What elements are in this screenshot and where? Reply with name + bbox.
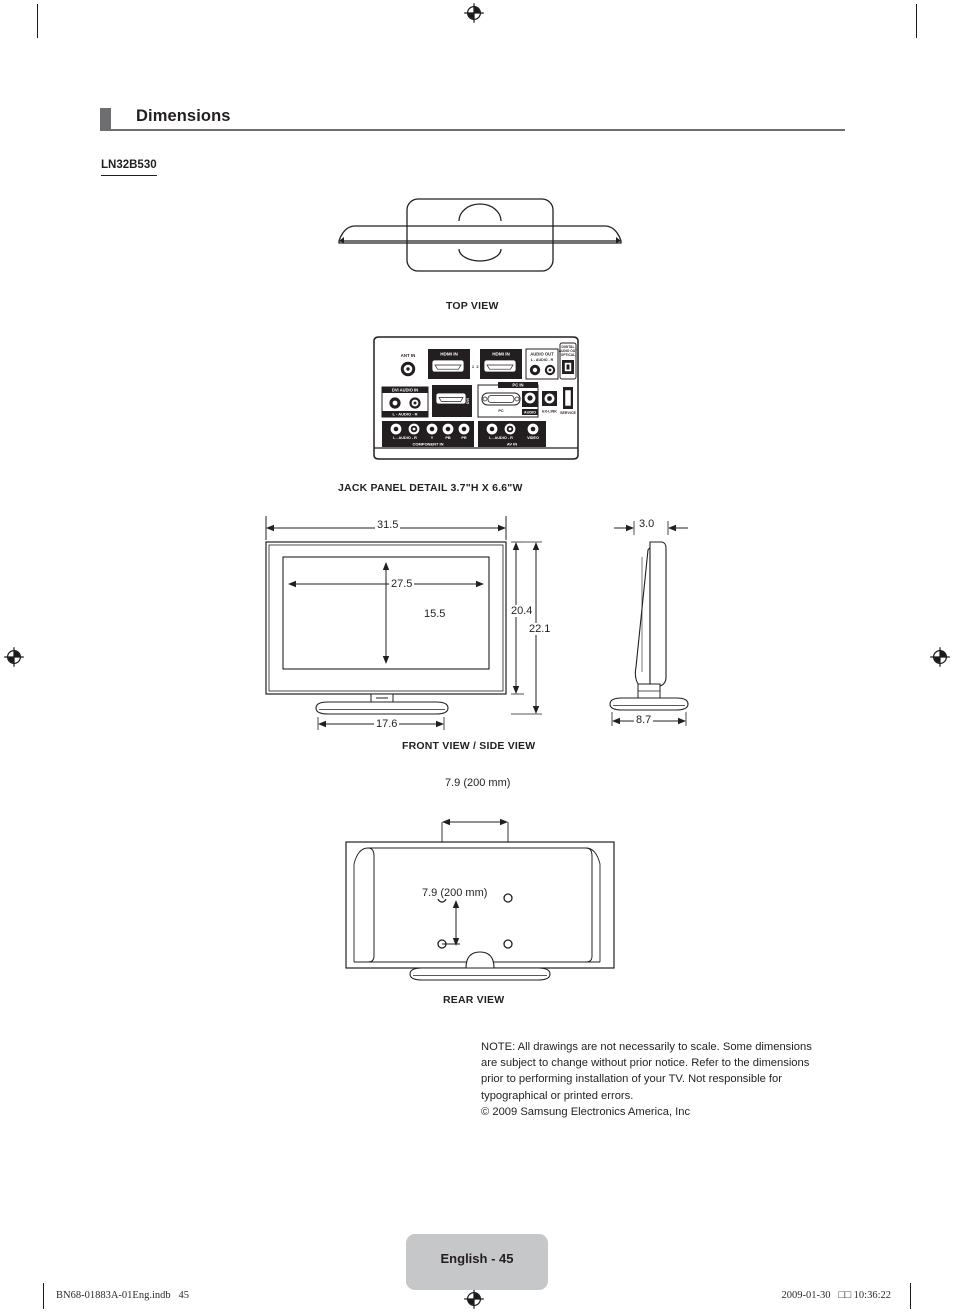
svg-text:PB: PB (445, 436, 451, 440)
dimension-side-depth: 3.0 (637, 518, 657, 530)
svg-text:AUDIO: AUDIO (524, 411, 536, 415)
svg-text:VIDEO: VIDEO (527, 436, 539, 440)
svg-text:(OPTICAL): (OPTICAL) (560, 353, 577, 357)
page-number-label: English - 45 (440, 1251, 514, 1266)
svg-text:L - AUDIO - R: L - AUDIO - R (392, 412, 417, 417)
svg-text:PC: PC (498, 409, 504, 413)
jack-panel-caption: JACK PANEL DETAIL 3.7"H X 6.6"W (338, 482, 523, 494)
dimension-stand-depth: 8.7 (634, 714, 654, 726)
registration-mark-right (929, 646, 951, 668)
footer-rule-left (43, 1283, 44, 1309)
rear-view-caption: REAR VIEW (443, 994, 505, 1006)
section-divider (100, 129, 845, 131)
registration-mark-left (3, 646, 25, 668)
dimension-screen-width: 27.5 (389, 578, 415, 590)
svg-text:Y: Y (431, 436, 434, 440)
svg-text:DVI AUDIO IN: DVI AUDIO IN (392, 388, 418, 393)
page-number-badge: English - 45 (406, 1234, 548, 1290)
svg-text:AUDIO OUT: AUDIO OUT (530, 352, 554, 357)
svg-text:HDMI IN: HDMI IN (440, 352, 458, 357)
footer-timestamp: 2009-01-30 □□ 10:36:22 (781, 1290, 891, 1301)
front-side-view-caption: FRONT VIEW / SIDE VIEW (402, 740, 536, 752)
registration-mark-bottom (463, 1288, 485, 1310)
dimension-vesa-vertical: 7.9 (200 mm) (420, 887, 490, 899)
svg-text:HDMI IN: HDMI IN (492, 352, 510, 357)
dimension-front-width: 31.5 (375, 519, 401, 531)
front-view-diagram (258, 512, 548, 737)
svg-text:ANT IN: ANT IN (401, 353, 416, 358)
svg-text:L - AUDIO - R: L - AUDIO - R (393, 436, 417, 440)
svg-text:EX-LINK: EX-LINK (542, 410, 557, 414)
copyright-line: © 2009 Samsung Electronics America, Inc (481, 1105, 691, 1118)
svg-text:L - AUDIO - R: L - AUDIO - R (489, 436, 513, 440)
top-view-caption: TOP VIEW (446, 300, 499, 312)
footer-rule-right (910, 1283, 911, 1309)
svg-text:L - AUDIO - R: L - AUDIO - R (531, 358, 554, 362)
crop-mark-top-right (916, 4, 917, 38)
page-title: Dimensions (136, 107, 231, 125)
registration-mark-top (463, 2, 485, 24)
side-view-diagram (598, 512, 708, 726)
crop-mark-top-left (37, 4, 38, 38)
top-view-diagram (335, 193, 625, 288)
model-name: LN32B530 (101, 159, 157, 176)
svg-text:DVI: DVI (466, 398, 470, 404)
jack-panel-diagram: ANT IN HDMI IN 1 HDMI IN 2 AUDIO OUT L -… (370, 335, 582, 463)
document-page: Dimensions LN32B530 TOP VIEW ANT IN HDMI… (0, 0, 954, 1315)
footer-file-reference: BN68-01883A-01Eng.indb 45 (56, 1290, 189, 1301)
svg-text:SERVICE: SERVICE (560, 411, 576, 415)
dimension-stand-width: 17.6 (374, 718, 400, 730)
section-accent-bar (100, 108, 111, 129)
note-body: NOTE: All drawings are not necessarily t… (481, 1041, 812, 1102)
dimension-total-height: 22.1 (527, 623, 553, 635)
svg-text:AV IN: AV IN (507, 442, 517, 447)
note-block: NOTE: All drawings are not necessarily t… (481, 1039, 826, 1120)
dimension-screen-height: 15.5 (422, 608, 448, 620)
dimension-panel-height: 20.4 (509, 605, 535, 617)
svg-text:PR: PR (461, 436, 467, 440)
svg-text:PC IN: PC IN (512, 383, 523, 388)
section-header: Dimensions (100, 107, 845, 132)
svg-text:COMPONENT IN: COMPONENT IN (412, 442, 443, 447)
dimension-vesa-horizontal: 7.9 (200 mm) (443, 777, 513, 789)
